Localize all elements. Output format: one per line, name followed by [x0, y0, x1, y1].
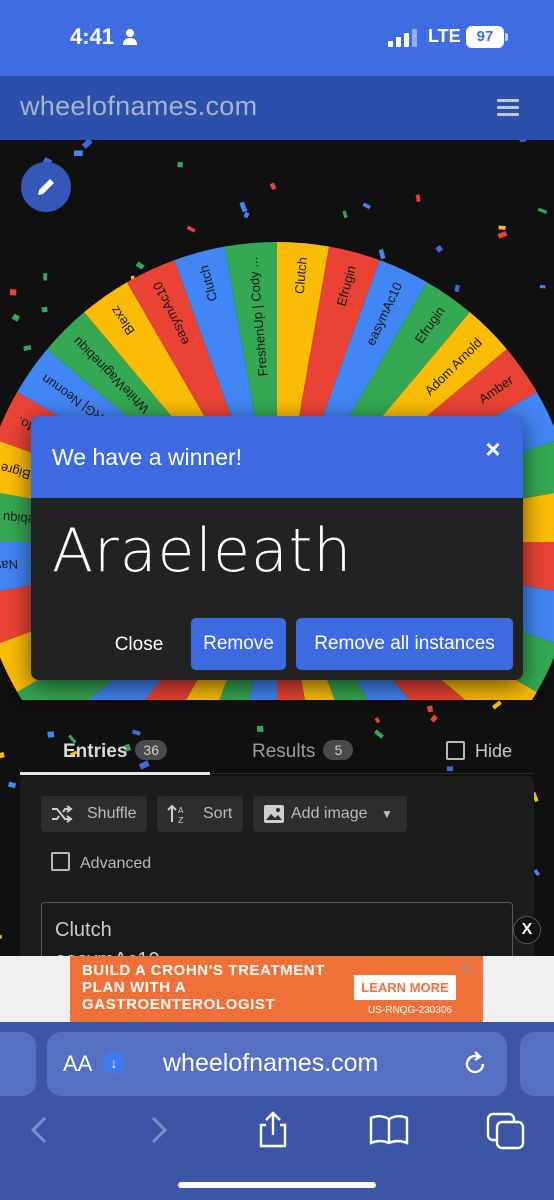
signal-icon: [388, 29, 417, 47]
person-icon: [123, 29, 137, 45]
confetti-piece: [491, 700, 502, 710]
home-indicator: [178, 1182, 376, 1188]
tabs-icon[interactable]: [486, 1110, 526, 1150]
battery-icon: 97: [466, 26, 508, 48]
bookmarks-icon[interactable]: [369, 1110, 409, 1150]
hide-checkbox[interactable]: [446, 741, 465, 760]
browser-toolbar: AA ↓ wheelofnames.com: [0, 1022, 554, 1200]
active-tab-underline: [20, 772, 210, 775]
ad-code: US-RNQG-230306: [368, 1005, 452, 1016]
reload-icon[interactable]: [461, 1050, 489, 1078]
next-tab-preview[interactable]: [520, 1032, 554, 1096]
image-icon: [264, 805, 284, 823]
address-text[interactable]: wheelofnames.com: [163, 1049, 378, 1078]
tab-entries[interactable]: Entries 36: [63, 740, 167, 763]
menu-icon[interactable]: [497, 99, 519, 117]
aa-label: AA: [63, 1051, 93, 1076]
network-type: LTE: [428, 26, 461, 46]
advanced-toggle[interactable]: Advanced: [51, 852, 151, 873]
pencil-icon: [38, 179, 54, 195]
tab-results-label: Results: [252, 741, 316, 762]
confetti-piece: [373, 729, 384, 739]
status-time: 4:41: [70, 24, 115, 49]
remove-all-button[interactable]: Remove all instances: [296, 618, 513, 670]
confetti-piece: [7, 781, 17, 789]
ad-headline: BUILD A CROHN'S TREATMENT PLAN WITH A GA…: [82, 962, 325, 1013]
tab-divider: [210, 773, 534, 774]
entry-line: easymAc10: [55, 949, 160, 956]
confetti-piece: [131, 729, 141, 736]
svg-text:A: A: [178, 806, 184, 815]
close-button[interactable]: Close: [101, 620, 177, 670]
confetti-piece: [427, 705, 434, 713]
back-icon[interactable]: [20, 1110, 60, 1150]
ad-banner[interactable]: BUILD A CROHN'S TREATMENT PLAN WITH A GA…: [70, 956, 483, 1022]
status-bar: 4:41 LTE 97: [0, 0, 554, 76]
wheel-label: Clutch: [292, 256, 310, 294]
address-bar[interactable]: AA ↓ wheelofnames.com: [47, 1032, 507, 1096]
entries-textarea[interactable]: Clutch easymAc10 Bl W: [41, 902, 513, 956]
results-count-badge: 5: [323, 740, 354, 760]
entry-line: Clutch: [55, 919, 112, 941]
confetti-piece: [256, 725, 264, 733]
winner-name: Araeleath: [52, 516, 353, 586]
confetti-piece: [47, 731, 55, 738]
confetti-piece: [0, 934, 3, 940]
share-icon[interactable]: [253, 1110, 293, 1150]
advanced-label: Advanced: [80, 855, 152, 872]
site-header: wheelofnames.com: [0, 76, 554, 140]
forward-icon[interactable]: [138, 1110, 178, 1150]
wheel-label: Navi: [0, 557, 19, 574]
battery-level: 97: [466, 26, 504, 48]
previous-tab-preview[interactable]: [0, 1032, 36, 1096]
confetti-piece: [446, 766, 454, 772]
edit-button[interactable]: [21, 162, 71, 212]
main-area: Blexz easymAc10 Clutch FreshenUp | Cody ...…: [0, 140, 554, 956]
chevron-down-icon: ▼: [381, 807, 393, 821]
hide-label: Hide: [475, 741, 513, 761]
close-icon[interactable]: ×: [482, 436, 504, 462]
confetti-piece: [0, 752, 5, 759]
shuffle-icon: [52, 805, 73, 823]
dialog-header: We have a winner! ×: [31, 416, 523, 498]
sort-label: Sort: [203, 805, 233, 822]
confetti-piece: [533, 869, 541, 877]
dialog-title: We have a winner!: [52, 444, 243, 470]
winner-dialog: We have a winner! × Araeleath Close Remo…: [31, 416, 523, 680]
add-image-label: Add image: [291, 805, 368, 822]
download-icon[interactable]: ↓: [103, 1052, 125, 1074]
ad-close-button[interactable]: X: [513, 916, 541, 944]
add-image-button[interactable]: Add image ▼: [253, 796, 407, 832]
shuffle-label: Shuffle: [87, 805, 137, 822]
confetti-piece: [430, 714, 438, 723]
adchoices-icon[interactable]: ▷: [462, 959, 478, 973]
advanced-checkbox[interactable]: [51, 852, 70, 871]
ad-learn-more-button[interactable]: LEARN MORE: [354, 975, 456, 1000]
tab-entries-label: Entries: [63, 741, 128, 762]
site-title[interactable]: wheelofnames.com: [20, 91, 257, 122]
remove-button[interactable]: Remove: [191, 618, 286, 670]
sort-icon: A Z: [167, 804, 184, 824]
hide-toggle[interactable]: Hide: [446, 741, 512, 762]
sort-button[interactable]: A Z Sort: [157, 796, 243, 832]
tab-results[interactable]: Results 5: [252, 740, 354, 763]
svg-text:Z: Z: [178, 816, 184, 824]
confetti-piece: [374, 717, 381, 724]
reader-options-button[interactable]: AA: [63, 1051, 92, 1077]
entries-panel: Shuffle A Z Sort Add image ▼ Advanced Cl…: [20, 776, 534, 956]
entries-count-badge: 36: [135, 740, 167, 760]
shuffle-button[interactable]: Shuffle: [41, 796, 147, 832]
